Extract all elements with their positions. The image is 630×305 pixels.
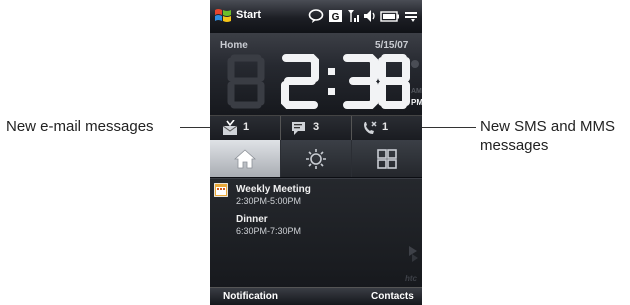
softkey-contacts[interactable]: Contacts (371, 291, 414, 302)
appointment-item[interactable]: Weekly Meeting 2:30PM-5:00PM (236, 184, 311, 206)
callout-new-sms-mms: New SMS and MMS messages (480, 118, 616, 154)
status-bar: Start G (210, 0, 422, 33)
missed-calls-status[interactable]: 1 (352, 116, 422, 140)
email-status[interactable]: 1 (210, 116, 281, 140)
sms-status[interactable]: 3 (281, 116, 352, 140)
calendar-icon[interactable] (214, 183, 228, 197)
tab-home[interactable] (210, 140, 280, 177)
menu-icon[interactable] (404, 8, 418, 24)
ghost-digit (227, 54, 265, 109)
sms-icon (292, 122, 305, 135)
tab-bar (210, 140, 422, 177)
grid-icon (377, 149, 397, 169)
appointment-title: Dinner (236, 214, 268, 225)
battery-icon[interactable] (380, 8, 400, 24)
house-icon (234, 149, 256, 169)
g-network-icon: G (329, 10, 342, 23)
digit-3 (343, 54, 378, 109)
sun-icon (306, 149, 326, 169)
digit-2 (281, 54, 319, 109)
email-icon (222, 120, 238, 135)
sms-count: 3 (313, 121, 320, 133)
missed-calls-count: 1 (382, 121, 389, 133)
email-count: 1 (243, 121, 250, 133)
chat-bubble-icon[interactable] (308, 8, 324, 24)
digital-clock[interactable] (210, 50, 422, 115)
phone-screen: Start G Home 5/15/07 AM PM 1 3 1 Weekly … (210, 0, 422, 305)
appointment-item[interactable]: Dinner 6:30PM-7:30PM (236, 214, 301, 236)
windows-flag-icon[interactable] (214, 7, 232, 25)
alarm-icon (411, 60, 419, 68)
digit-8 (378, 54, 410, 109)
clock-pm: PM (411, 98, 422, 107)
brand-label: htc (405, 274, 417, 283)
htc-logo (409, 246, 418, 262)
clock-am: AM (411, 88, 422, 95)
speaker-icon[interactable] (363, 8, 377, 24)
appointment-time: 6:30PM-7:30PM (236, 226, 302, 236)
notification-status-row: 1 3 1 (210, 115, 422, 141)
start-label[interactable]: Start (236, 9, 261, 21)
appointment-title: Weekly Meeting (236, 184, 311, 195)
missed-call-icon (364, 121, 377, 134)
tab-weather[interactable] (281, 140, 351, 177)
svg-text:G: G (332, 12, 340, 23)
tab-launcher[interactable] (352, 140, 422, 177)
clock-colon-bottom (328, 88, 335, 95)
appointment-time: 2:30PM-5:00PM (236, 196, 302, 206)
clock-colon-top (328, 68, 335, 75)
signal-icon (348, 10, 359, 22)
softkey-bar: Notification Contacts (210, 287, 422, 305)
softkey-notification[interactable]: Notification (223, 291, 278, 302)
callout-new-email: New e-mail messages (6, 118, 154, 135)
